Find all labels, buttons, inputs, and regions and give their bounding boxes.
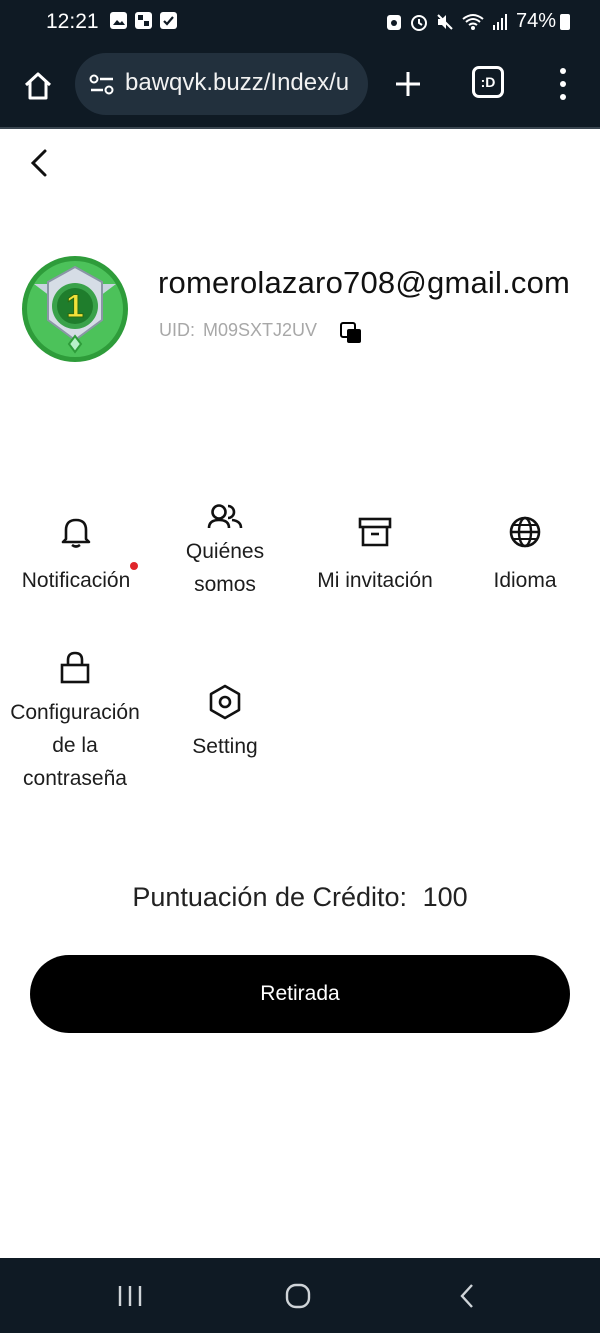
plus-icon [396, 72, 420, 96]
menu-invitation[interactable]: Mi invitación [305, 514, 445, 597]
uid-value: M09SXTJ2UV [203, 320, 318, 340]
status-time: 12:21 [46, 10, 99, 33]
archive-icon [357, 514, 393, 550]
alarm-icon [410, 14, 427, 31]
checkbox-icon [160, 12, 177, 29]
chrome-divider [0, 127, 600, 129]
mute-icon [437, 13, 453, 30]
image-icon [110, 12, 127, 29]
about-label-line1: Quiénes [185, 540, 265, 563]
password-label-line1: Configuración [10, 701, 140, 724]
uid-label: UID: [159, 320, 195, 340]
uid-row: UID: M09SXTJ2UV [159, 320, 317, 341]
browser-toolbar: bawqvk.buzz/Index/u :D [0, 44, 600, 128]
status-notification-icons [110, 12, 177, 29]
wifi-icon [462, 13, 484, 30]
level-badge-number: 1 [66, 288, 84, 324]
home-button[interactable] [18, 66, 58, 106]
chevron-left-icon [30, 149, 47, 177]
tabs-label: :D [480, 74, 496, 90]
language-label: Idioma [493, 569, 557, 592]
url-text[interactable]: bawqvk.buzz/Index/u [125, 69, 349, 97]
battery-percent: 74% [515, 10, 556, 32]
password-label-line2: de la [52, 734, 98, 757]
lock-icon [57, 650, 93, 686]
battery-icon [560, 14, 570, 30]
withdraw-button[interactable]: Retirada [30, 955, 570, 1033]
menu-setting[interactable]: Setting [165, 684, 285, 763]
recents-icon [118, 1286, 142, 1306]
setting-label: Setting [192, 735, 258, 758]
tune-icon[interactable] [89, 74, 115, 96]
url-bar[interactable]: bawqvk.buzz/Index/u [75, 53, 368, 115]
bell-icon [58, 514, 94, 550]
users-icon [207, 499, 243, 535]
credit-value: 100 [422, 882, 468, 912]
settings-hexagon-icon [207, 684, 243, 720]
menu-notification[interactable]: Notificación [8, 514, 144, 597]
about-label-line2: somos [194, 573, 256, 596]
back-nav-button[interactable] [447, 1280, 487, 1312]
gallery-icon [135, 12, 152, 29]
credit-label: Puntuación de Crédito: [132, 882, 408, 912]
avatar: 1 [20, 254, 130, 364]
signal-icon [492, 13, 507, 30]
copy-uid-button[interactable] [339, 321, 363, 345]
globe-icon [507, 514, 543, 550]
home-circle-icon [285, 1283, 311, 1309]
new-tab-button[interactable] [390, 64, 426, 104]
status-system-icons: 74% [386, 10, 556, 33]
lock-rotate-icon [386, 14, 401, 30]
menu-language[interactable]: Idioma [465, 514, 585, 597]
credit-score: Puntuación de Crédito: 100 [0, 882, 600, 913]
menu-password-settings[interactable]: Configuración de la contraseña [0, 650, 150, 795]
status-bar: 12:21 74% [0, 0, 600, 44]
tabs-icon[interactable]: :D [472, 66, 504, 98]
more-vert-icon[interactable] [554, 66, 572, 102]
password-label-line3: contraseña [23, 767, 127, 790]
system-nav-bar [0, 1258, 600, 1333]
back-button[interactable] [24, 146, 54, 180]
back-nav-icon [460, 1284, 473, 1308]
home-nav-button[interactable] [278, 1280, 318, 1312]
recents-button[interactable] [110, 1280, 150, 1312]
copy-icon [340, 322, 361, 343]
invitation-label: Mi invitación [317, 569, 433, 592]
menu-about-us[interactable]: Quiénes somos [160, 499, 290, 601]
notification-label: Notificación [21, 569, 131, 592]
home-icon [24, 72, 52, 100]
user-email: romerolazaro708@gmail.com [158, 265, 571, 300]
notification-dot [130, 562, 138, 570]
